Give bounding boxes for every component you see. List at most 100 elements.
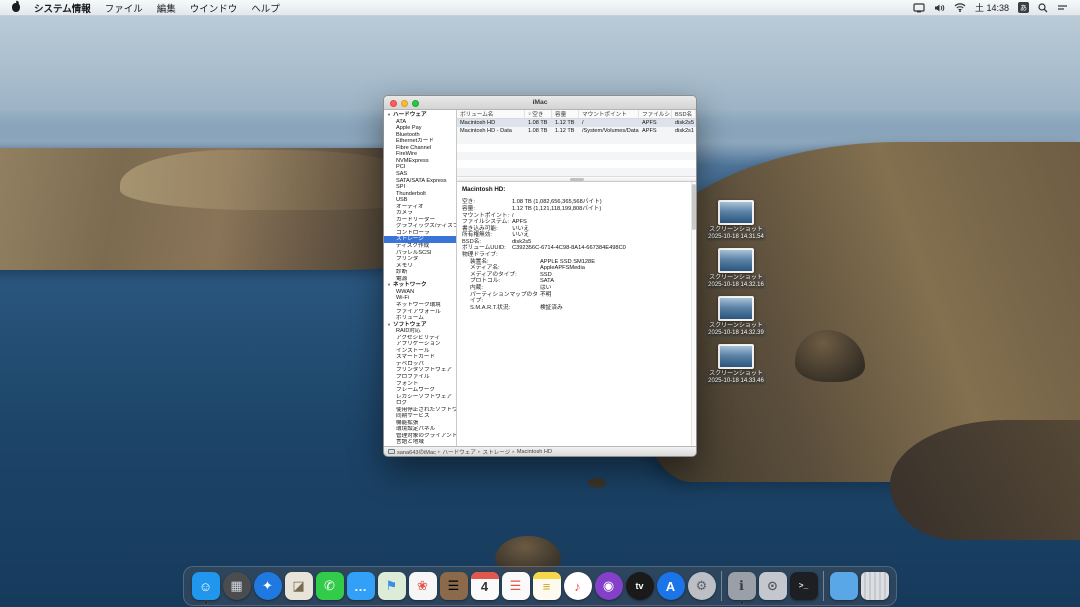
col-bsd-name[interactable]: BSD名 <box>672 110 696 118</box>
sidebar-section-label: ソフトウェア <box>393 322 427 329</box>
launchpad-icon[interactable]: ▦ <box>223 572 251 600</box>
safari-icon[interactable]: ✦ <box>254 572 282 600</box>
table-row[interactable]: Macintosh HD1.08 TB1.12 TB/APFSdisk2s5 <box>457 119 696 127</box>
dock-app-contacts[interactable]: ☰ <box>439 572 468 600</box>
detail-value: disk2s5 <box>512 239 531 246</box>
dock-app-terminal[interactable]: >_ <box>789 572 818 600</box>
desktop-screenshot-file[interactable]: スクリーンショット2025-10-18 14.32.39 <box>694 296 778 337</box>
close-button[interactable] <box>390 100 397 107</box>
dock-app-downloads-folder[interactable] <box>829 572 858 600</box>
minimize-button[interactable] <box>401 100 408 107</box>
dock-app-facetime[interactable]: ✆ <box>315 572 344 600</box>
sidebar-section-header[interactable]: ▼ハードウェア <box>384 112 456 119</box>
dock-app-podcasts[interactable]: ◉ <box>594 572 623 600</box>
sidebar-section-label: ネットワーク <box>393 282 427 289</box>
downloads-folder-icon[interactable] <box>830 572 858 600</box>
preview-icon[interactable]: ◪ <box>285 572 313 600</box>
breadcrumb-hardware[interactable]: ハードウェア <box>442 448 476 456</box>
menu-help[interactable]: ヘルプ <box>251 1 280 15</box>
detail-label: メディア名: <box>470 265 540 272</box>
breadcrumb-storage[interactable]: ストレージ <box>482 448 510 456</box>
disclosure-triangle-icon[interactable]: ▼ <box>387 282 391 289</box>
col-capacity[interactable]: 容量 <box>552 110 579 118</box>
dock-app-maps[interactable]: ⚑ <box>377 572 406 600</box>
contacts-icon[interactable]: ☰ <box>440 572 468 600</box>
breadcrumb-volume[interactable]: Macintosh HD <box>517 449 552 455</box>
zoom-button[interactable] <box>412 100 419 107</box>
dock-app-disk-utility[interactable]: ⊙ <box>758 572 787 600</box>
dock-app-photos[interactable]: ❀ <box>408 572 437 600</box>
messages-icon[interactable]: … <box>347 572 375 600</box>
screenshot-thumbnail-icon[interactable] <box>718 296 754 321</box>
dock-app-reminders[interactable]: ☰ <box>501 572 530 600</box>
photos-icon[interactable]: ❀ <box>409 572 437 600</box>
app-store-icon[interactable]: A <box>657 572 685 600</box>
desktop-screenshot-file[interactable]: スクリーンショット2025-10-18 14.31.54 <box>694 200 778 241</box>
dock-app-launchpad[interactable]: ▦ <box>222 572 251 600</box>
spotlight-icon[interactable] <box>1038 3 1048 13</box>
menu-window[interactable]: ウインドウ <box>190 1 238 15</box>
window-status-bar: sana643のiMac ▸ ハードウェア ▸ ストレージ ▸ Macintos… <box>384 446 696 456</box>
dock-app-system-information[interactable]: ℹ <box>727 572 756 600</box>
dock-app-system-preferences[interactable]: ⚙ <box>687 572 716 600</box>
notification-center-icon[interactable] <box>1057 3 1068 12</box>
volumes-table-header[interactable]: ボリューム名 ∨空き 容量 マウントポイント ファイルシステム BSD名 <box>457 110 696 119</box>
tv-icon[interactable]: tv <box>626 572 654 600</box>
menu-file[interactable]: ファイル <box>105 1 143 15</box>
file-name-line1: スクリーンショット <box>708 323 764 330</box>
detail-label: 容量: <box>462 206 512 213</box>
desktop-screenshot-file[interactable]: スクリーンショット2025-10-18 14.33.46 <box>694 344 778 385</box>
menu-app-title[interactable]: システム情報 <box>34 1 91 15</box>
facetime-icon[interactable]: ✆ <box>316 572 344 600</box>
dock-app-safari[interactable]: ✦ <box>253 572 282 600</box>
dock-app-calendar[interactable]: 4 <box>470 572 499 600</box>
reminders-icon[interactable]: ☰ <box>502 572 530 600</box>
menu-edit[interactable]: 編集 <box>157 1 176 15</box>
dock-app-trash[interactable] <box>860 572 889 600</box>
details-scrollbar-thumb[interactable] <box>692 184 696 230</box>
screenshot-thumbnail-icon[interactable] <box>718 248 754 273</box>
dock-app-messages[interactable]: … <box>346 572 375 600</box>
system-preferences-icon[interactable]: ⚙ <box>688 572 716 600</box>
screenshot-thumbnail-icon[interactable] <box>718 344 754 369</box>
display-mirroring-icon[interactable] <box>913 3 925 13</box>
dock-app-tv[interactable]: tv <box>625 572 654 600</box>
terminal-icon[interactable]: >_ <box>790 572 818 600</box>
notes-icon[interactable]: ≡ <box>533 572 561 600</box>
calendar-icon[interactable]: 4 <box>471 572 499 600</box>
maps-icon[interactable]: ⚑ <box>378 572 406 600</box>
cell-mount: / <box>579 120 639 126</box>
dock-app-music[interactable]: ♪ <box>563 572 592 600</box>
table-row[interactable]: Macintosh HD - Data1.08 TB1.12 TB/System… <box>457 127 696 135</box>
col-file-system[interactable]: ファイルシステム <box>639 110 672 118</box>
col-volume-name[interactable]: ボリューム名 <box>457 110 525 118</box>
disclosure-triangle-icon[interactable]: ▼ <box>387 112 391 119</box>
dock-app-finder[interactable]: ☺ <box>191 572 220 600</box>
menu-clock[interactable]: 土 14:38 <box>975 1 1009 14</box>
disclosure-triangle-icon[interactable]: ▼ <box>387 322 391 329</box>
col-free[interactable]: ∨空き <box>525 110 552 118</box>
sidebar-section-header[interactable]: ▼ソフトウェア <box>384 322 456 329</box>
music-icon[interactable]: ♪ <box>564 572 592 600</box>
trash-icon[interactable] <box>861 572 889 600</box>
col-mount-point[interactable]: マウントポイント <box>579 110 639 118</box>
sidebar-section-header[interactable]: ▼ネットワーク <box>384 282 456 289</box>
breadcrumb-computer[interactable]: sana643のiMac <box>397 448 436 456</box>
dock-app-app-store[interactable]: A <box>656 572 685 600</box>
screenshot-thumbnail-icon[interactable] <box>718 200 754 225</box>
file-name-label: スクリーンショット2025-10-18 14.32.16 <box>706 275 766 289</box>
system-information-icon[interactable]: ℹ <box>728 572 756 600</box>
dock-app-notes[interactable]: ≡ <box>532 572 561 600</box>
wifi-icon[interactable] <box>954 3 966 12</box>
input-source-icon[interactable]: あ <box>1018 2 1029 13</box>
details-scrollbar[interactable] <box>691 182 696 446</box>
disk-utility-icon[interactable]: ⊙ <box>759 572 787 600</box>
dock-app-preview[interactable]: ◪ <box>284 572 313 600</box>
apple-menu-icon[interactable] <box>12 3 20 12</box>
podcasts-icon[interactable]: ◉ <box>595 572 623 600</box>
window-titlebar[interactable]: iMac <box>384 96 696 110</box>
empty-table-stripe <box>457 168 696 176</box>
volume-icon[interactable] <box>934 3 945 13</box>
desktop-screenshot-file[interactable]: スクリーンショット2025-10-18 14.32.16 <box>694 248 778 289</box>
finder-icon[interactable]: ☺ <box>192 572 220 600</box>
